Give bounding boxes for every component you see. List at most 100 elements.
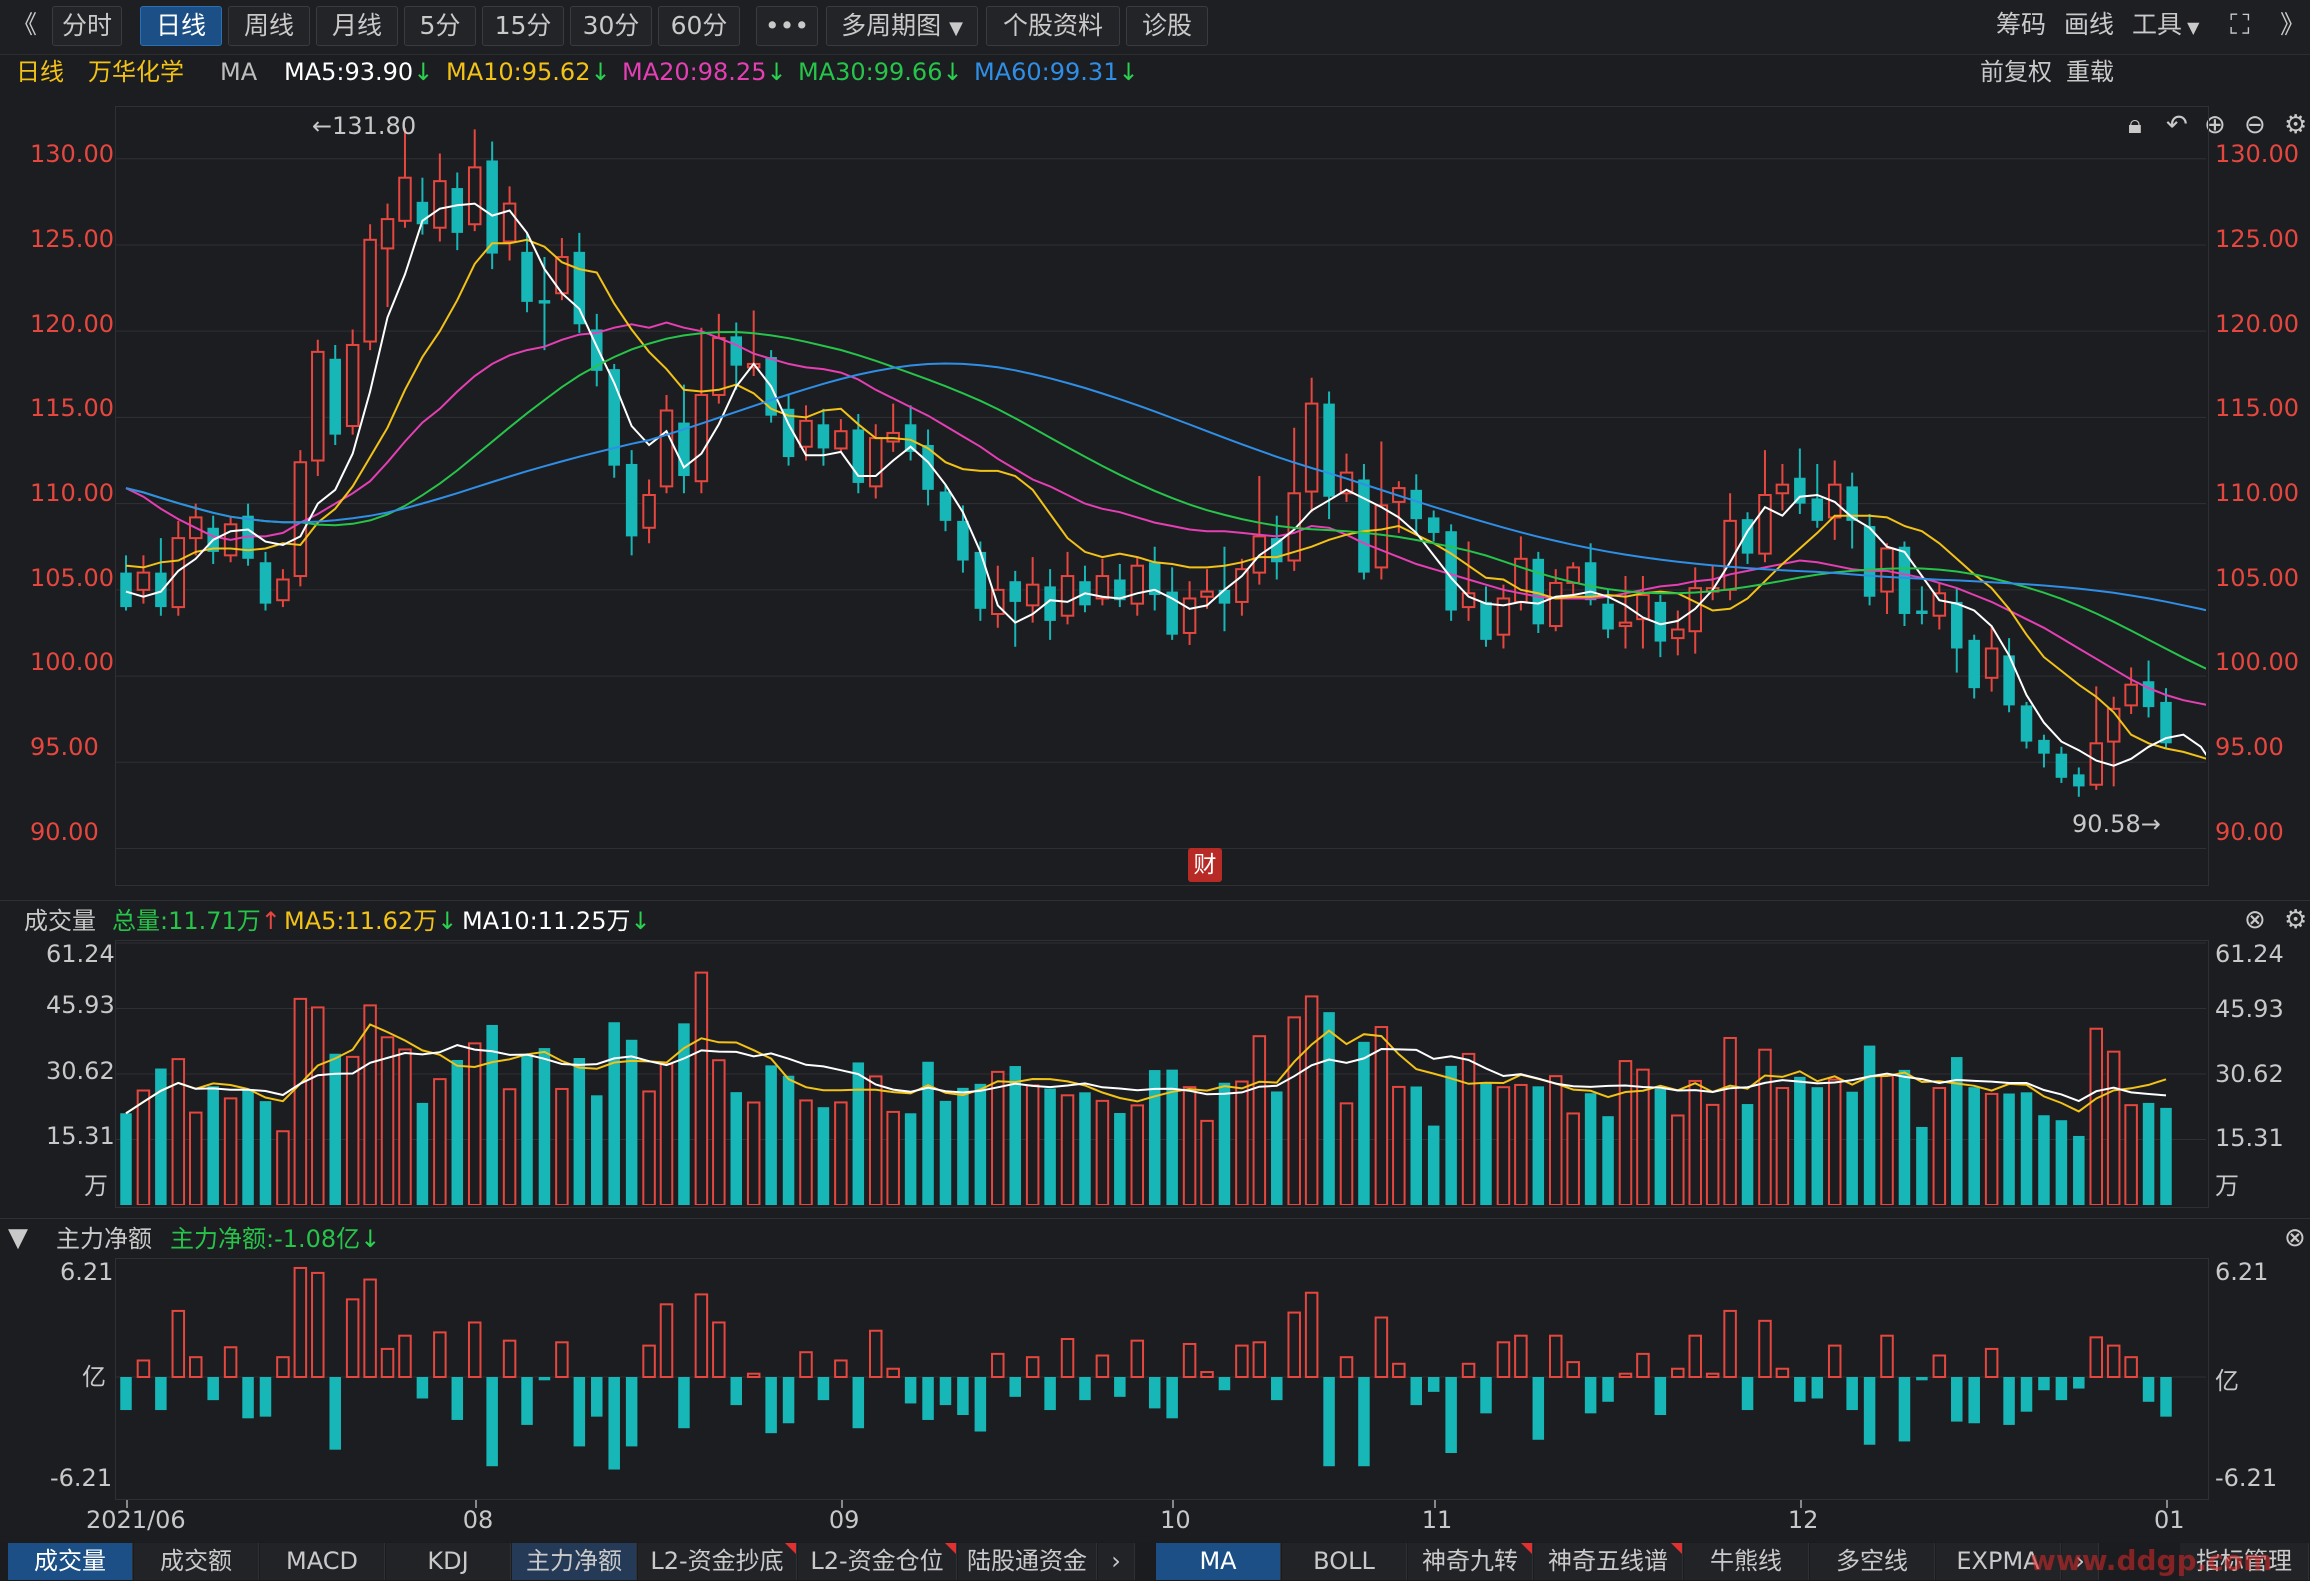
- volume-unit-left: 万: [84, 1172, 108, 1200]
- diagnose-button[interactable]: 诊股: [1126, 6, 1208, 46]
- volume-bar: [1287, 1016, 1301, 1205]
- flow-bar: [712, 1321, 726, 1378]
- flow-bar: [1532, 1377, 1545, 1440]
- candle-body: [502, 202, 517, 243]
- collapse-icon[interactable]: ▼: [8, 1223, 28, 1253]
- flow-bar: [486, 1377, 498, 1467]
- volume-tick-right: 45.93: [2215, 995, 2284, 1023]
- ma-label[interactable]: MA: [220, 56, 257, 88]
- volume-bar: [2003, 1093, 2015, 1205]
- tab-l2-position[interactable]: L2-资金仓位: [798, 1543, 957, 1580]
- close-panel-icon[interactable]: ⊗: [2244, 905, 2266, 935]
- chevron-right-icon[interactable]: ›: [1098, 1543, 1135, 1580]
- price-tick-left: 115.00: [30, 394, 114, 422]
- main-flow-chart[interactable]: [116, 1259, 2206, 1497]
- volume-bar: [1898, 1069, 1911, 1205]
- candle-body: [1200, 590, 1214, 598]
- watermark: www.ddgp.com: [2030, 1544, 2273, 1577]
- tab-5min[interactable]: 5分: [404, 6, 476, 46]
- tab-l2-bottom-fishing[interactable]: L2-资金抄底: [638, 1543, 797, 1580]
- volume-bar: [451, 1059, 464, 1205]
- tab-15min[interactable]: 15分: [482, 6, 564, 46]
- volume-bar: [293, 997, 308, 1205]
- volume-ma10-line: [125, 1044, 2167, 1115]
- flow-bar: [2003, 1377, 2015, 1425]
- flow-bar: [1461, 1362, 1476, 1378]
- tab-weekly[interactable]: 周线: [228, 6, 310, 46]
- double-chevron-left-icon[interactable]: 《: [12, 6, 37, 44]
- tab-magic-nine[interactable]: 神奇九转: [1408, 1543, 1533, 1580]
- volume-ma5-line: [125, 1023, 2167, 1115]
- flow-bar: [1130, 1339, 1145, 1378]
- flow-bar: [834, 1359, 848, 1379]
- flow-bar: [2160, 1377, 2172, 1417]
- flow-bar: [2020, 1377, 2033, 1412]
- tab-magic-five-lines[interactable]: 神奇五线谱: [1534, 1543, 1683, 1580]
- tab-boll[interactable]: BOLL: [1282, 1543, 1407, 1580]
- flow-bar: [136, 1359, 151, 1379]
- tab-northbound-flow[interactable]: 陆股通资金: [958, 1543, 1097, 1580]
- volume-bar: [834, 1101, 848, 1205]
- candle-body: [1323, 403, 1335, 497]
- ma30-value: MA30:99.66↓: [798, 56, 963, 88]
- volume-bar: [120, 1113, 132, 1205]
- tools-dropdown[interactable]: 工具 ▼: [2132, 6, 2199, 44]
- tab-kdj[interactable]: KDJ: [386, 1543, 511, 1580]
- adjust-dropdown[interactable]: 前复权: [1980, 56, 2052, 88]
- flow-title[interactable]: 主力净额: [56, 1223, 152, 1255]
- double-chevron-right-icon[interactable]: 》: [2280, 6, 2305, 44]
- tab-main-flow[interactable]: 主力净额: [512, 1543, 637, 1580]
- close-panel-icon[interactable]: ⊗: [2284, 1223, 2306, 1253]
- flow-bar: [608, 1377, 620, 1470]
- tab-60min[interactable]: 60分: [658, 6, 740, 46]
- overlay-button[interactable]: 重载: [2066, 56, 2114, 88]
- tab-monthly[interactable]: 月线: [316, 6, 398, 46]
- financial-report-badge[interactable]: 财: [1188, 848, 1222, 882]
- volume-title[interactable]: 成交量: [24, 905, 96, 937]
- multi-period-dropdown[interactable]: 多周期图 ▼: [826, 6, 978, 46]
- flow-bar: [1480, 1377, 1492, 1414]
- volume-bar: [712, 1059, 726, 1205]
- flow-bar: [1932, 1354, 1947, 1378]
- candle-body: [329, 358, 341, 435]
- candle-body: [957, 520, 969, 561]
- volume-bar: [1445, 1065, 1457, 1205]
- price-tick-left: 120.00: [30, 310, 114, 338]
- candle-body: [1916, 610, 1928, 614]
- volume-chart[interactable]: [116, 941, 2206, 1205]
- volume-bar: [1584, 1093, 1597, 1205]
- tab-volume[interactable]: 成交量: [8, 1543, 133, 1580]
- tab-fenshi[interactable]: 分时: [52, 6, 122, 46]
- tab-ma[interactable]: MA: [1156, 1543, 1281, 1580]
- price-tick-right: 130.00: [2215, 140, 2299, 168]
- candle-body: [2124, 683, 2138, 707]
- settings-gear-icon[interactable]: ⚙: [2284, 905, 2307, 935]
- chips-button[interactable]: 筹码: [1996, 6, 2046, 44]
- flow-bar: [678, 1377, 690, 1429]
- more-periods-button[interactable]: •••: [756, 6, 818, 46]
- draw-line-button[interactable]: 画线: [2064, 6, 2114, 44]
- candlestick-chart[interactable]: [116, 107, 2206, 883]
- tab-daily[interactable]: 日线: [140, 6, 222, 46]
- volume-bar: [591, 1095, 603, 1205]
- tab-macd[interactable]: MACD: [260, 1543, 385, 1580]
- tab-turnover[interactable]: 成交额: [134, 1543, 259, 1580]
- candle-body: [276, 578, 290, 602]
- tab-30min[interactable]: 30分: [570, 6, 652, 46]
- volume-bar: [1532, 1086, 1545, 1205]
- flow-bar: [1374, 1316, 1389, 1378]
- zoom-out-icon[interactable]: ⊖: [2244, 110, 2266, 140]
- tab-bull-bear-line[interactable]: 牛熊线: [1684, 1543, 1809, 1580]
- volume-bar: [1025, 1084, 1040, 1205]
- settings-gear-icon[interactable]: ⚙: [2284, 110, 2307, 140]
- stock-info-button[interactable]: 个股资料: [986, 6, 1120, 46]
- candle-body: [974, 551, 987, 609]
- date-axis: 2021/06 08 09 10 11 12 01: [0, 1500, 2310, 1540]
- volume-bar: [1323, 1012, 1335, 1205]
- fullscreen-icon[interactable]: ⛶: [2230, 6, 2250, 44]
- flow-bar: [416, 1377, 429, 1399]
- ma10-value: MA10:95.62↓: [446, 56, 611, 88]
- flow-bar: [276, 1356, 290, 1378]
- tab-long-short-line[interactable]: 多空线: [1810, 1543, 1935, 1580]
- price-tick-right: 100.00: [2215, 648, 2299, 676]
